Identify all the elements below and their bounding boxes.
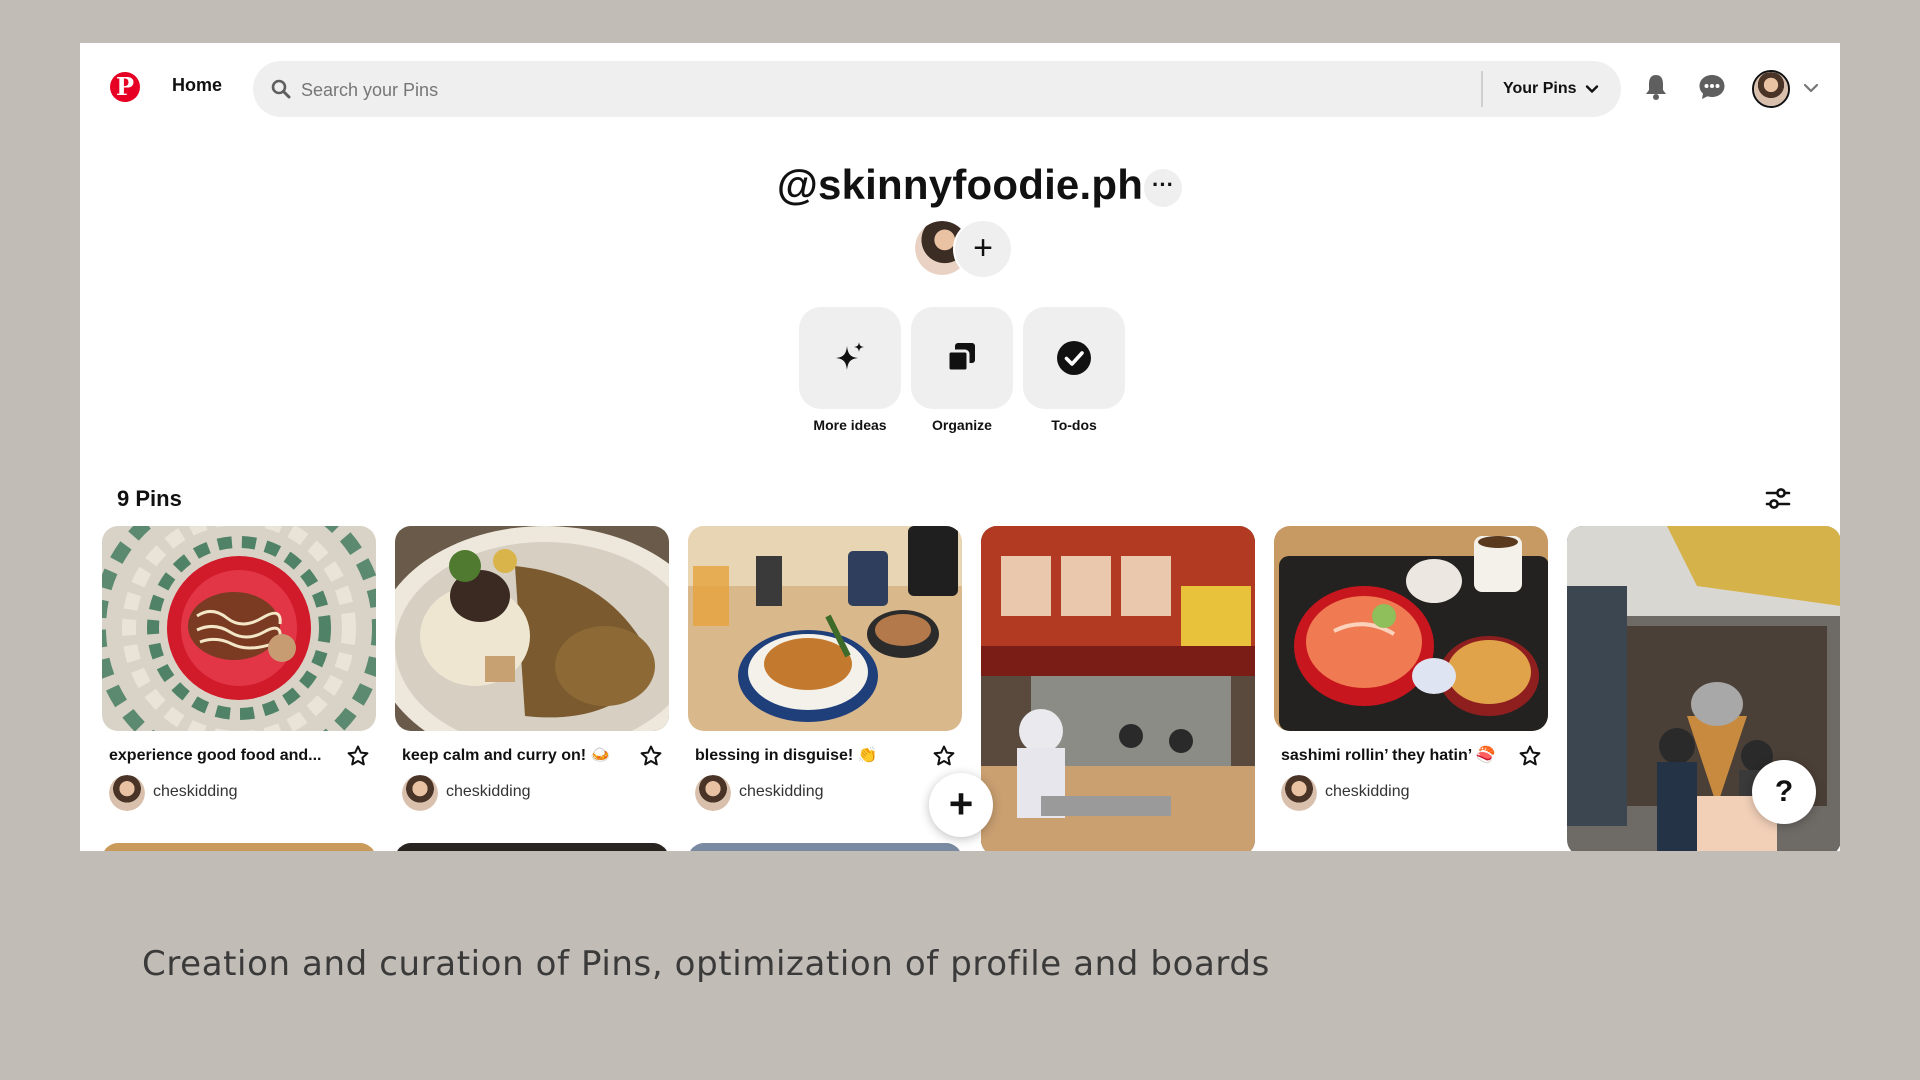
search-bar[interactable]: Your Pins — [253, 61, 1621, 119]
slide-caption: Creation and curation of Pins, optimizat… — [142, 944, 1270, 984]
pin-user-avatar[interactable] — [1281, 775, 1317, 811]
pins-count: 9 Pins — [117, 486, 182, 511]
star-icon[interactable] — [639, 744, 663, 768]
filter-icon[interactable] — [1764, 485, 1792, 513]
star-icon[interactable] — [932, 744, 956, 768]
pinterest-logo[interactable]: P — [110, 72, 140, 102]
pin-user-avatar[interactable] — [402, 775, 438, 811]
pin-title[interactable]: experience good food and... — [109, 741, 339, 771]
pin-card-next-row[interactable] — [102, 843, 376, 851]
pinterest-window: P Home Your Pins @skinnyfoodie.ph ··· + — [80, 43, 1840, 851]
todos-action[interactable]: To-dos — [1023, 307, 1125, 433]
search-icon — [271, 79, 291, 99]
pin-card-next-row[interactable] — [688, 843, 962, 851]
pin-user-avatar[interactable] — [109, 775, 145, 811]
todos-label: To-dos — [1051, 417, 1097, 433]
pin-card[interactable] — [981, 526, 1255, 851]
more-ideas-button[interactable] — [799, 307, 901, 409]
sparkle-icon — [836, 342, 864, 370]
your-pins-dropdown[interactable]: Your Pins — [1503, 61, 1599, 117]
organize-label: Organize — [932, 417, 992, 433]
pin-image[interactable] — [981, 526, 1255, 851]
board-title: @skinnyfoodie.ph — [776, 161, 1144, 208]
pin-user-name[interactable]: cheskidding — [739, 773, 824, 811]
pin-title[interactable]: sashimi rollin’ they hatin’ 🍣 — [1281, 741, 1511, 771]
more-ideas-label: More ideas — [813, 417, 887, 433]
pin-image[interactable] — [688, 526, 962, 731]
pin-card[interactable]: blessing in disguise! 👏 cheskidding — [688, 526, 962, 811]
star-icon[interactable] — [1518, 744, 1542, 768]
help-button[interactable]: ? — [1752, 760, 1816, 824]
pin-card[interactable]: keep calm and curry on! 🍛 cheskidding — [395, 526, 669, 811]
pin-user-avatar[interactable] — [695, 775, 731, 811]
pin-card-next-row[interactable] — [395, 843, 669, 851]
pin-title[interactable]: keep calm and curry on! 🍛 — [402, 741, 632, 771]
more-ideas-action[interactable]: More ideas — [799, 307, 901, 433]
search-divider — [1481, 71, 1483, 107]
chevron-down-icon — [1585, 85, 1598, 93]
board-more-button[interactable]: ··· — [1144, 169, 1182, 207]
pin-image[interactable] — [102, 526, 376, 731]
pin-image[interactable] — [1274, 526, 1548, 731]
user-avatar[interactable] — [1752, 70, 1790, 108]
pin-image[interactable] — [395, 526, 669, 731]
pin-title[interactable]: blessing in disguise! 👏 — [695, 741, 925, 771]
create-pin-button[interactable]: + — [929, 773, 993, 837]
your-pins-label: Your Pins — [1503, 80, 1577, 97]
pin-user-name[interactable]: cheskidding — [446, 773, 531, 811]
bell-icon[interactable] — [1640, 71, 1672, 103]
organize-button[interactable] — [911, 307, 1013, 409]
organize-action[interactable]: Organize — [911, 307, 1013, 433]
account-chevron-icon[interactable] — [1802, 79, 1820, 97]
pin-card[interactable]: experience good food and... cheskidding — [102, 526, 376, 811]
add-collaborator-button[interactable]: + — [953, 219, 1013, 279]
pin-user-name[interactable]: cheskidding — [153, 773, 238, 811]
organize-icon — [946, 343, 975, 373]
search-input[interactable] — [299, 61, 1453, 119]
star-icon[interactable] — [346, 744, 370, 768]
check-circle-icon — [1057, 341, 1091, 375]
home-link[interactable]: Home — [172, 75, 222, 96]
todos-button[interactable] — [1023, 307, 1125, 409]
pin-user-name[interactable]: cheskidding — [1325, 773, 1410, 811]
messages-icon[interactable] — [1696, 71, 1728, 103]
pin-card[interactable]: sashimi rollin’ they hatin’ 🍣 cheskiddin… — [1274, 526, 1548, 811]
